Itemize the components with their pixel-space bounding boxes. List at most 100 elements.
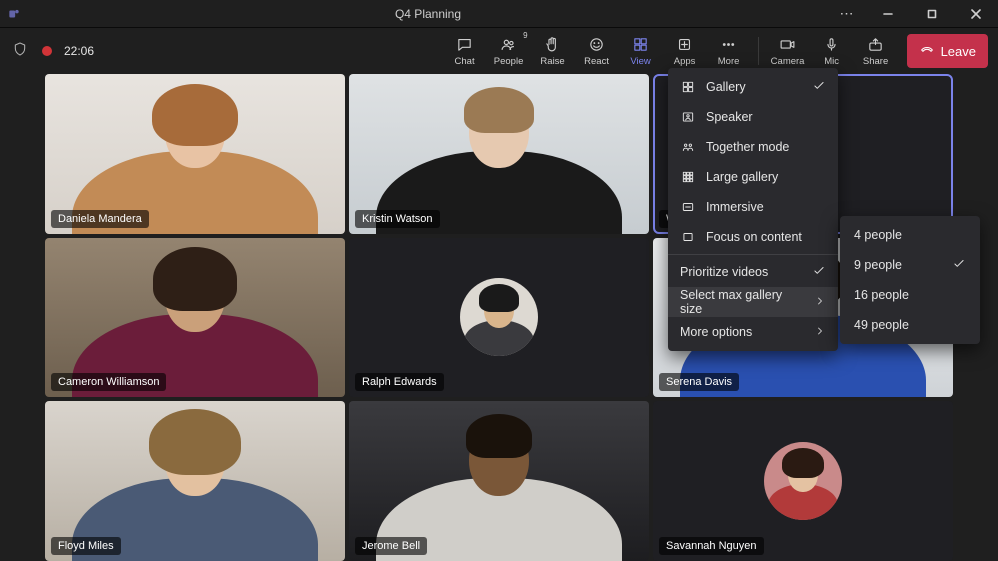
recording-indicator-icon xyxy=(42,46,52,56)
view-label: View xyxy=(630,56,650,67)
gallery-size-option[interactable]: 49 people xyxy=(840,310,980,340)
menu-label: Select max gallery size xyxy=(680,288,804,316)
option-label: 49 people xyxy=(854,318,909,332)
view-menu-focus[interactable]: Focus on content xyxy=(668,222,838,252)
check-icon xyxy=(952,257,966,274)
immersive-icon xyxy=(680,200,696,214)
speaker-icon xyxy=(680,110,696,124)
participant-tile[interactable]: Jerome Bell xyxy=(349,401,649,561)
menu-label: Together mode xyxy=(706,140,789,154)
menu-divider xyxy=(668,254,838,255)
share-button[interactable]: Share xyxy=(857,31,895,71)
avatar xyxy=(460,278,538,356)
participant-name: Ralph Edwards xyxy=(355,373,444,391)
raise-hand-icon xyxy=(544,36,561,54)
shield-icon[interactable] xyxy=(12,41,28,62)
more-label: More xyxy=(718,56,740,67)
apps-button[interactable]: Apps xyxy=(666,31,704,71)
apps-label: Apps xyxy=(674,56,696,67)
option-label: 4 people xyxy=(854,228,902,242)
view-menu-immersive[interactable]: Immersive xyxy=(668,192,838,222)
menu-label: Gallery xyxy=(706,80,746,94)
avatar xyxy=(764,442,842,520)
option-label: 9 people xyxy=(854,258,902,272)
menu-label: Speaker xyxy=(706,110,753,124)
gallery-icon xyxy=(680,80,696,94)
raise-hand-button[interactable]: Raise xyxy=(534,31,572,71)
titlebar: Q4 Planning ⋯ xyxy=(0,0,998,28)
participant-tile[interactable]: Kristin Watson xyxy=(349,74,649,234)
window-more-icon[interactable]: ⋯ xyxy=(828,0,866,28)
leave-label: Leave xyxy=(941,44,976,59)
window-minimize-button[interactable] xyxy=(866,0,910,28)
window-close-button[interactable] xyxy=(954,0,998,28)
view-menu-select-max-gallery[interactable]: Select max gallery size xyxy=(668,287,838,317)
chevron-right-icon xyxy=(814,295,826,310)
participant-tile[interactable]: Savannah Nguyen xyxy=(653,401,953,561)
react-label: React xyxy=(584,56,609,67)
people-count-badge: 9 xyxy=(523,31,527,40)
participant-name: Savannah Nguyen xyxy=(659,537,764,555)
check-icon xyxy=(812,79,826,96)
menu-label: Immersive xyxy=(706,200,764,214)
participant-tile[interactable]: Cameron Williamson xyxy=(45,238,345,398)
menu-label: Focus on content xyxy=(706,230,802,244)
option-label: 16 people xyxy=(854,288,909,302)
meeting-toolbar: 22:06 Chat 9 People Raise React View App… xyxy=(0,28,998,74)
gallery-size-option[interactable]: 4 people xyxy=(840,220,980,250)
check-icon xyxy=(812,264,826,281)
gallery-size-submenu: 4 people 9 people 16 people 49 people xyxy=(840,216,980,344)
view-icon xyxy=(632,36,649,54)
gallery-size-option[interactable]: 16 people xyxy=(840,280,980,310)
view-menu-gallery[interactable]: Gallery xyxy=(668,72,838,102)
mic-label: Mic xyxy=(824,56,839,67)
menu-label: Prioritize videos xyxy=(680,265,768,279)
camera-button[interactable]: Camera xyxy=(769,31,807,71)
camera-label: Camera xyxy=(771,56,805,67)
window-title: Q4 Planning xyxy=(28,7,828,21)
participant-name: Floyd Miles xyxy=(51,537,121,555)
leave-button[interactable]: Leave xyxy=(907,34,988,68)
meeting-timer: 22:06 xyxy=(64,44,94,58)
participant-tile[interactable]: Daniela Mandera xyxy=(45,74,345,234)
view-menu-speaker[interactable]: Speaker xyxy=(668,102,838,132)
share-label: Share xyxy=(863,56,888,67)
toolbar-divider xyxy=(758,37,759,65)
more-button[interactable]: More xyxy=(710,31,748,71)
view-menu-prioritize-videos[interactable]: Prioritize videos xyxy=(668,257,838,287)
teams-app-icon xyxy=(0,0,28,28)
chat-button[interactable]: Chat xyxy=(446,31,484,71)
gallery-size-option[interactable]: 9 people xyxy=(840,250,980,280)
window-maximize-button[interactable] xyxy=(910,0,954,28)
people-label: People xyxy=(494,56,524,67)
view-menu: Gallery Speaker Together mode Large gall… xyxy=(668,68,838,351)
react-icon xyxy=(588,36,605,54)
people-button[interactable]: 9 People xyxy=(490,31,528,71)
more-icon xyxy=(720,36,737,54)
participant-name: Cameron Williamson xyxy=(51,373,166,391)
mic-icon xyxy=(823,36,840,54)
view-menu-together[interactable]: Together mode xyxy=(668,132,838,162)
chat-label: Chat xyxy=(455,56,475,67)
large-gallery-icon xyxy=(680,170,696,184)
react-button[interactable]: React xyxy=(578,31,616,71)
chat-icon xyxy=(456,36,473,54)
together-icon xyxy=(680,140,696,154)
view-menu-large-gallery[interactable]: Large gallery xyxy=(668,162,838,192)
participant-name: Kristin Watson xyxy=(355,210,440,228)
mic-button[interactable]: Mic xyxy=(813,31,851,71)
view-button[interactable]: View xyxy=(622,31,660,71)
menu-label: Large gallery xyxy=(706,170,778,184)
leave-icon xyxy=(919,42,935,61)
chevron-right-icon xyxy=(814,325,826,340)
participant-name: Jerome Bell xyxy=(355,537,427,555)
participant-name: Daniela Mandera xyxy=(51,210,149,228)
people-icon xyxy=(500,36,517,54)
focus-icon xyxy=(680,230,696,244)
participant-tile[interactable]: Floyd Miles xyxy=(45,401,345,561)
participant-tile[interactable]: Ralph Edwards xyxy=(349,238,649,398)
menu-label: More options xyxy=(680,325,752,339)
raise-label: Raise xyxy=(540,56,564,67)
view-menu-more-options[interactable]: More options xyxy=(668,317,838,347)
camera-icon xyxy=(779,36,796,54)
